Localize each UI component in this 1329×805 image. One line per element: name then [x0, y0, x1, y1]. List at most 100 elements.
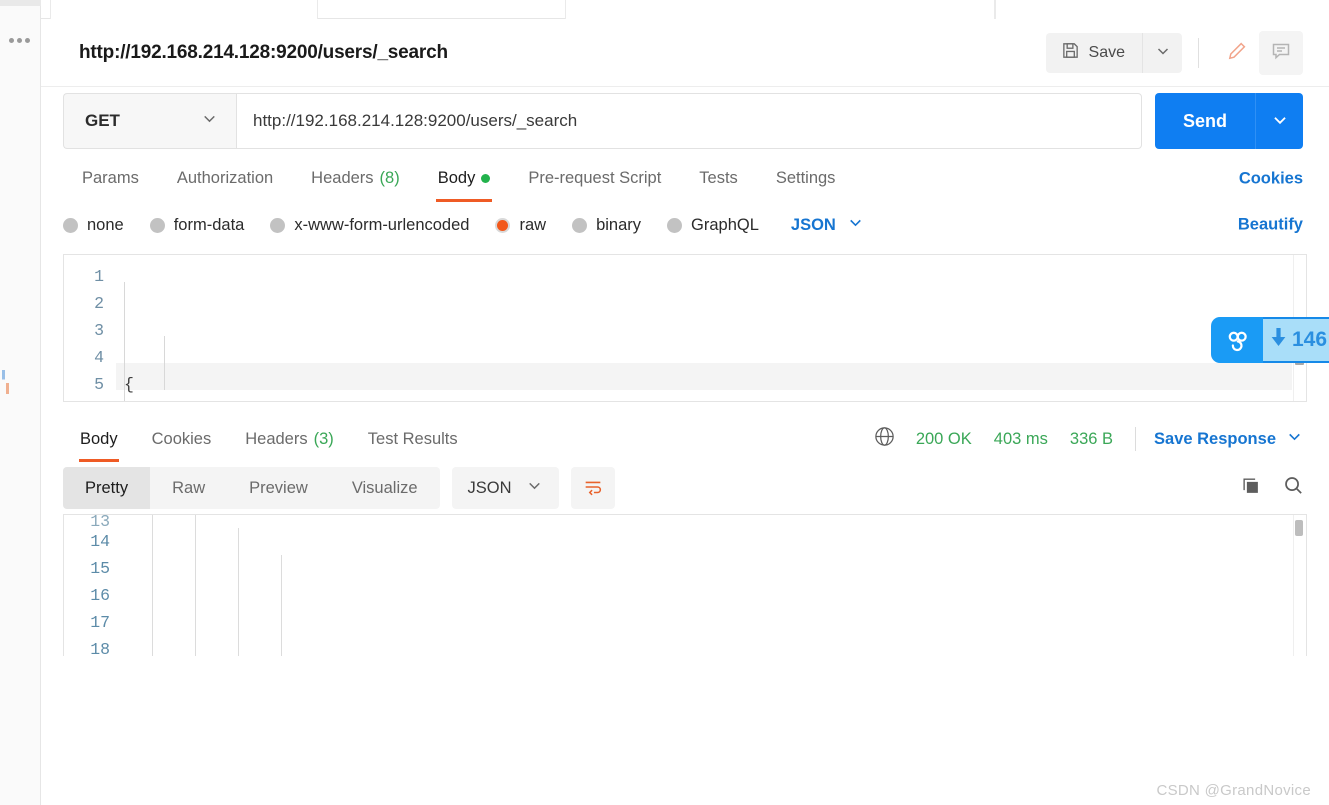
line-number: 16 — [90, 586, 110, 605]
response-gutter: 13 14 15 16 17 18 19 20 21 — [64, 515, 122, 656]
wrap-text-icon — [582, 476, 604, 501]
view-mode-pretty[interactable]: Pretty — [63, 467, 151, 509]
send-button[interactable]: Send — [1154, 93, 1255, 149]
response-tab-body[interactable]: Body — [63, 416, 135, 462]
comment-icon — [1270, 40, 1292, 65]
request-body-editor[interactable]: 1 2 3 4 5 { ··"query":·{ ····"match":·{ … — [63, 254, 1307, 402]
send-group: Send — [1154, 93, 1303, 149]
line-number: 1 — [94, 267, 104, 286]
page-title: http://192.168.214.128:9200/users/_searc… — [79, 41, 448, 63]
http-method-value: GET — [85, 111, 120, 130]
line-number: 15 — [90, 559, 110, 578]
cookies-link[interactable]: Cookies — [1239, 169, 1303, 188]
response-time: 403 ms — [993, 429, 1048, 448]
divider — [1198, 37, 1199, 68]
chevron-down-icon — [201, 110, 218, 132]
tab-count: (3) — [313, 429, 334, 448]
tab-strip — [41, 0, 1329, 19]
response-tab-cookies[interactable]: Cookies — [135, 416, 229, 462]
tab-label: Test Results — [367, 429, 458, 448]
radio-icon — [270, 217, 286, 233]
tab-label: Settings — [775, 169, 836, 187]
body-type-none[interactable]: none — [63, 216, 124, 235]
tab-params[interactable]: Params — [63, 155, 158, 202]
radio-label: none — [87, 215, 124, 234]
search-icon[interactable] — [1282, 474, 1305, 502]
workspace-tab-2[interactable] — [565, 0, 995, 19]
response-size: 336 B — [1069, 429, 1114, 448]
globe-icon — [873, 425, 896, 453]
workspace-tab-1[interactable] — [50, 0, 318, 19]
response-toolbar: Pretty Raw Preview Visualize JSON — [41, 462, 1329, 514]
chevron-down-icon — [1155, 43, 1171, 62]
response-tools-right — [1240, 474, 1305, 502]
tab-label: Pre-request Script — [528, 169, 662, 187]
tab-label: Params — [82, 169, 139, 187]
send-options-button[interactable] — [1255, 93, 1303, 149]
body-type-graphql[interactable]: GraphQL — [667, 216, 759, 235]
body-type-raw[interactable]: raw — [495, 216, 546, 235]
line-number: 5 — [94, 375, 104, 394]
chevron-down-icon — [847, 214, 864, 236]
response-tab-test-results[interactable]: Test Results — [351, 416, 475, 462]
tab-tests[interactable]: Tests — [680, 155, 757, 202]
copy-icon[interactable] — [1240, 475, 1262, 502]
line-number: 13 — [90, 515, 110, 528]
tab-label: Tests — [699, 169, 738, 187]
radio-label: form-data — [173, 215, 245, 234]
download-arrow-icon — [1271, 327, 1286, 353]
body-type-form-data[interactable]: form-data — [149, 215, 245, 235]
tab-label: Body — [437, 169, 476, 187]
tab-headers[interactable]: Headers (8) — [292, 155, 419, 202]
response-content[interactable]: "hits" : [ { "_index": "users", "_type":… — [122, 515, 1292, 656]
left-rail — [0, 0, 41, 805]
tab-settings[interactable]: Settings — [757, 155, 855, 202]
url-row: GET http://192.168.214.128:9200/users/_s… — [41, 87, 1329, 155]
response-tab-headers[interactable]: Headers (3) — [228, 416, 351, 462]
edit-button[interactable] — [1215, 31, 1259, 75]
body-type-urlencoded[interactable]: x-www-form-urlencoded — [270, 216, 469, 235]
wrap-lines-button[interactable] — [570, 467, 615, 509]
line-number: 17 — [90, 613, 110, 632]
url-input-value: http://192.168.214.128:9200/users/_searc… — [253, 111, 578, 130]
download-badge[interactable]: 146 — [1211, 317, 1329, 363]
main-area: http://192.168.214.128:9200/users/_searc… — [41, 19, 1329, 805]
response-scrollbar-thumb[interactable] — [1295, 520, 1303, 536]
line-number: 18 — [90, 640, 110, 656]
save-button[interactable]: Save — [1045, 32, 1142, 73]
tab-authorization[interactable]: Authorization — [158, 155, 292, 202]
http-method-select[interactable]: GET — [63, 93, 236, 149]
indent-guide — [281, 555, 282, 656]
rail-top-cut — [0, 0, 41, 6]
tab-label: Authorization — [176, 169, 274, 187]
line-number: 2 — [94, 294, 104, 313]
rail-artifact — [0, 370, 10, 394]
response-scrollbar[interactable] — [1293, 515, 1306, 656]
body-format-select[interactable]: JSON — [791, 214, 864, 236]
radio-icon — [149, 217, 165, 233]
tab-body[interactable]: Body — [419, 155, 510, 202]
workspace-tab-3[interactable] — [995, 0, 1329, 19]
save-response-button[interactable]: Save Response — [1154, 428, 1303, 450]
radio-label: GraphQL — [691, 215, 759, 234]
tab-label: Headers — [311, 169, 374, 187]
tab-label: Headers — [245, 429, 308, 448]
more-options-icon[interactable] — [9, 38, 30, 43]
body-type-binary[interactable]: binary — [572, 216, 641, 235]
comment-button[interactable] — [1259, 30, 1303, 75]
view-mode-preview[interactable]: Preview — [227, 467, 330, 509]
code-line: { — [124, 371, 1292, 398]
download-count: 146 — [1263, 317, 1329, 363]
view-mode-raw[interactable]: Raw — [150, 467, 227, 509]
editor-content[interactable]: { ··"query":·{ ····"match":·{ ······"nam… — [116, 255, 1292, 401]
response-format-select[interactable]: JSON — [451, 467, 559, 509]
response-tabs: Body Cookies Headers (3) Test Results 20… — [41, 416, 1329, 462]
response-body-viewer[interactable]: 13 14 15 16 17 18 19 20 21 "hits" : [ { … — [63, 514, 1307, 656]
view-mode-visualize[interactable]: Visualize — [330, 467, 440, 509]
tab-pre-request-script[interactable]: Pre-request Script — [509, 155, 680, 202]
indent-guide — [152, 515, 153, 656]
beautify-link[interactable]: Beautify — [1238, 216, 1303, 235]
save-options-button[interactable] — [1142, 32, 1182, 73]
url-input[interactable]: http://192.168.214.128:9200/users/_searc… — [236, 93, 1142, 149]
tab-label: Cookies — [151, 429, 212, 448]
